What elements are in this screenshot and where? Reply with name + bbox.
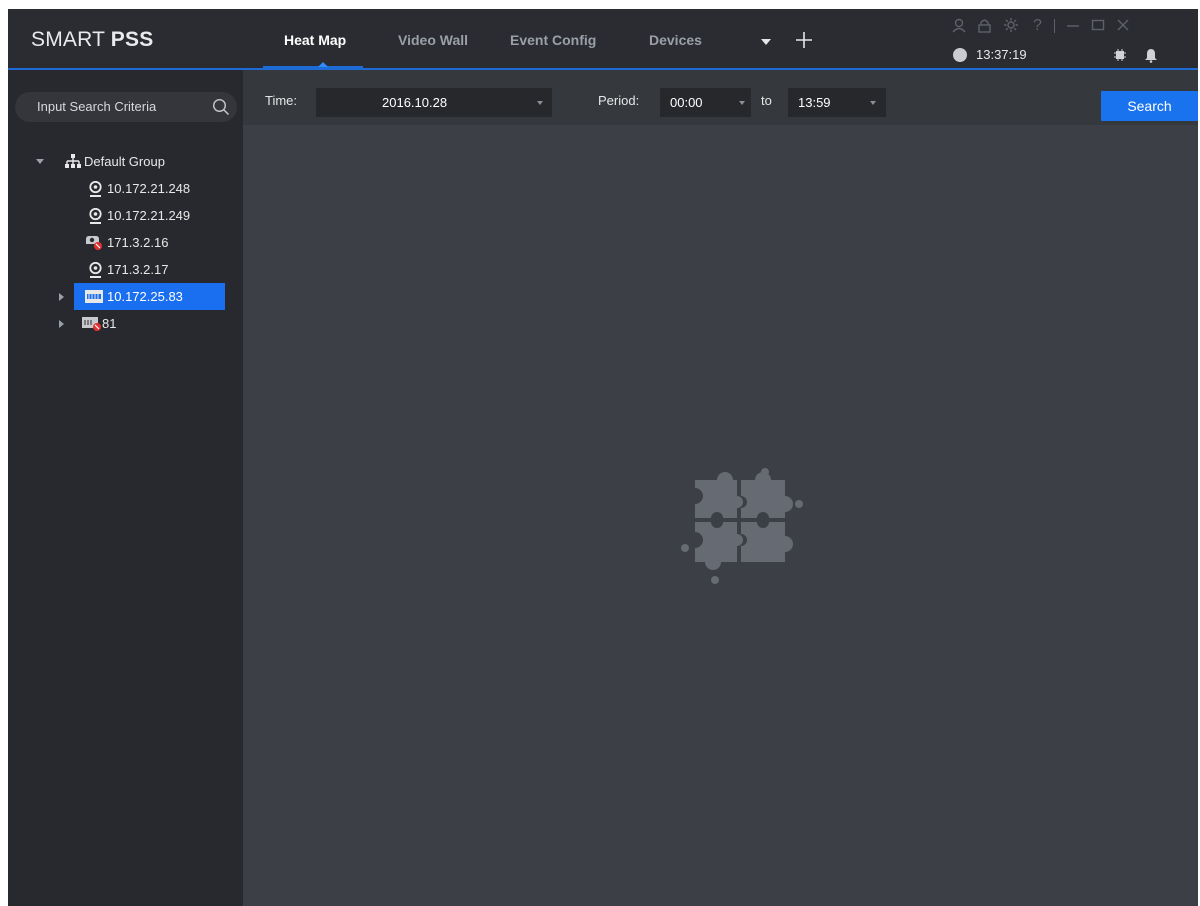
device-label: 81 — [102, 316, 117, 331]
period-label: Period: — [598, 93, 640, 108]
group-tree-icon — [65, 154, 81, 168]
camera-icon — [89, 181, 102, 197]
empty-state-puzzle-icon — [681, 468, 803, 584]
period-end-value: 13:59 — [798, 95, 831, 110]
maximize-icon[interactable] — [1091, 18, 1105, 32]
nvr-icon — [85, 290, 103, 303]
period-start-value: 00:00 — [670, 95, 703, 110]
expand-arrow-right-icon[interactable] — [59, 293, 64, 301]
tree-device-row[interactable]: 10.172.21.248 — [8, 175, 243, 202]
app-window: SMART PSS Heat Map Video Wall Event Conf… — [8, 9, 1198, 906]
date-value: 2016.10.28 — [382, 95, 448, 110]
close-icon[interactable] — [1116, 18, 1130, 32]
nvr-offline-icon — [82, 317, 101, 331]
device-label: 171.3.2.16 — [107, 235, 169, 250]
notification-bell-icon[interactable] — [1144, 47, 1158, 63]
active-tab-caret — [318, 62, 328, 67]
device-search-input[interactable] — [37, 99, 197, 114]
title-divider — [1054, 19, 1055, 33]
lock-icon[interactable] — [977, 18, 992, 33]
tab-heat-map[interactable]: Heat Map — [284, 32, 346, 48]
settings-gear-icon[interactable] — [1003, 17, 1019, 33]
help-icon[interactable]: ? — [1033, 17, 1042, 35]
expand-arrow-down-icon[interactable] — [36, 159, 44, 165]
app-logo: SMART PSS — [31, 28, 154, 51]
device-label: 171.3.2.17 — [107, 262, 169, 277]
tree-group-default[interactable]: Default Group — [8, 148, 243, 175]
tab-video-wall[interactable]: Video Wall — [398, 32, 468, 48]
tab-event-config[interactable]: Event Config — [510, 32, 596, 48]
tree-group-label: Default Group — [84, 154, 165, 169]
tree-device-row[interactable]: 81 — [8, 310, 243, 337]
search-button[interactable]: Search — [1101, 91, 1198, 121]
search-icon[interactable] — [212, 98, 230, 116]
add-tab-icon[interactable] — [794, 30, 814, 50]
device-label: 10.172.25.83 — [107, 289, 183, 304]
tree-device-row[interactable]: 171.3.2.17 — [8, 256, 243, 283]
to-label: to — [761, 93, 772, 108]
tree-device-row[interactable]: 10.172.21.249 — [8, 202, 243, 229]
tree-device-row[interactable]: 171.3.2.16 — [8, 229, 243, 256]
date-picker[interactable]: 2016.10.28 — [316, 88, 552, 117]
cpu-status-icon[interactable] — [1113, 48, 1127, 62]
device-search-box — [15, 92, 237, 122]
more-tabs-dropdown-icon[interactable] — [760, 38, 772, 46]
user-icon[interactable] — [952, 18, 966, 33]
period-start-select[interactable]: 00:00 — [660, 88, 751, 117]
camera-icon — [89, 208, 102, 224]
minimize-icon[interactable] — [1066, 18, 1080, 32]
period-start-dropdown-icon — [739, 101, 745, 105]
camera-offline-icon — [86, 236, 102, 250]
clock-icon — [953, 48, 967, 62]
time-label: Time: — [265, 93, 298, 108]
clock-time: 13:37:19 — [976, 47, 1027, 62]
device-sidebar: Default Group 10.172.21.248 10.172.21.24… — [8, 70, 243, 906]
tab-devices[interactable]: Devices — [649, 32, 702, 48]
heat-map-panel: Time: 2016.10.28 Period: 00:00 to 13:59 … — [243, 70, 1198, 906]
expand-arrow-right-icon[interactable] — [59, 320, 64, 328]
date-dropdown-icon — [537, 101, 543, 105]
device-label: 10.172.21.249 — [107, 208, 191, 223]
tree-device-row-selected[interactable]: 10.172.25.83 — [8, 283, 243, 310]
device-label: 10.172.21.248 — [107, 181, 191, 196]
period-end-select[interactable]: 13:59 — [788, 88, 886, 117]
title-bar: SMART PSS Heat Map Video Wall Event Conf… — [8, 9, 1198, 70]
period-end-dropdown-icon — [870, 101, 876, 105]
heat-map-toolbar: Time: 2016.10.28 Period: 00:00 to 13:59 … — [243, 70, 1198, 125]
camera-icon — [89, 262, 102, 278]
